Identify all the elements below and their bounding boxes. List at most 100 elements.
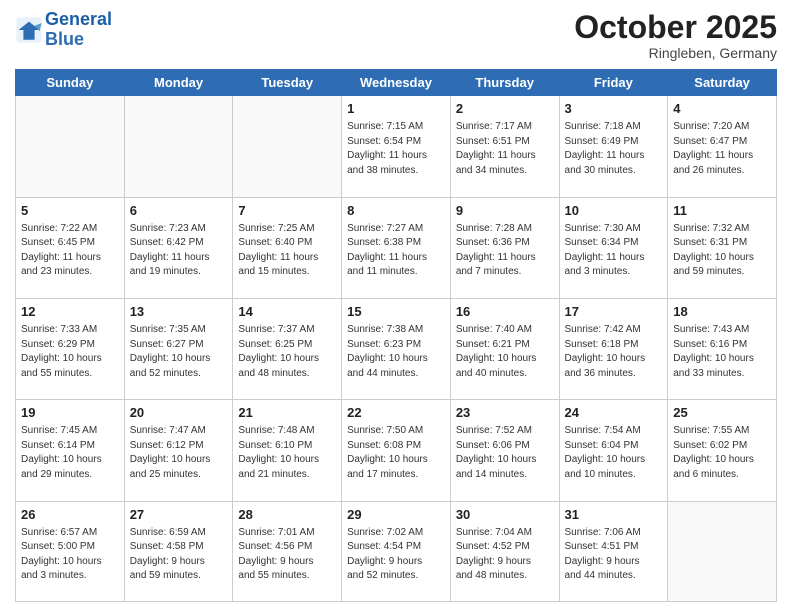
col-monday: Monday: [124, 70, 233, 96]
cell-w4-d5: 23Sunrise: 7:52 AM Sunset: 6:06 PM Dayli…: [450, 400, 559, 501]
day-number: 12: [21, 303, 119, 321]
cell-w3-d2: 13 Sunrise: 7:35 AM Sunset: 6:27 PM Dayli…: [124, 298, 233, 399]
header: General Blue October 2025 Ringleben, Ger…: [15, 10, 777, 61]
day-info: Sunrise: 6:57 AM Sunset: 5:00 PM Dayligh…: [21, 526, 119, 584]
week-row-4: 19 Sunrise: 7:45 AM Sunset: 6:14 PM Dayli…: [16, 400, 777, 501]
week-row-3: 12 Sunrise: 7:33 AM Sunset: 6:29 PM Dayli…: [16, 298, 777, 399]
day-info: Sunrise: 7:38 AM Sunset: 6:23 PM Dayligh…: [347, 323, 445, 381]
cell-w5-d5: 30 Sunrise: 7:04 AM Sunset: 4:52 PM Dayli…: [450, 501, 559, 601]
day-number: 4: [673, 100, 771, 118]
page: General Blue October 2025 Ringleben, Ger…: [0, 0, 792, 612]
day-info: Sunrise: 7:50 AM Sunset: 6:08 PM Dayligh…: [347, 424, 445, 482]
day-info: Sunrise: 7:20 AM Sunset: 6:47 PM Dayligh…: [673, 120, 771, 178]
cell-w2-d1: 5 Sunrise: 7:22 AM Sunset: 6:45 PM Daylig…: [16, 197, 125, 298]
day-number: 16: [456, 303, 554, 321]
week-row-1: 1Sunrise: 7:15 AM Sunset: 6:54 PM Daylig…: [16, 96, 777, 197]
day-info: Sunrise: 7:42 AM Sunset: 6:18 PM Dayligh…: [565, 323, 663, 381]
day-number: 20: [130, 404, 228, 422]
day-info: Sunrise: 7:40 AM Sunset: 6:21 PM Dayligh…: [456, 323, 554, 381]
cell-w1-d1: [16, 96, 125, 197]
cell-w5-d4: 29 Sunrise: 7:02 AM Sunset: 4:54 PM Dayli…: [342, 501, 451, 601]
day-number: 18: [673, 303, 771, 321]
day-number: 8: [347, 202, 445, 220]
cell-w4-d6: 24 Sunrise: 7:54 AM Sunset: 6:04 PM Dayli…: [559, 400, 668, 501]
cell-w2-d4: 8 Sunrise: 7:27 AM Sunset: 6:38 PM Daylig…: [342, 197, 451, 298]
day-number: 5: [21, 202, 119, 220]
day-number: 26: [21, 506, 119, 524]
cell-w1-d7: 4 Sunrise: 7:20 AM Sunset: 6:47 PM Daylig…: [668, 96, 777, 197]
day-number: 21: [238, 404, 336, 422]
day-number: 7: [238, 202, 336, 220]
day-info: Sunrise: 7:54 AM Sunset: 6:04 PM Dayligh…: [565, 424, 663, 482]
col-saturday: Saturday: [668, 70, 777, 96]
day-info: Sunrise: 7:18 AM Sunset: 6:49 PM Dayligh…: [565, 120, 663, 178]
day-info: Sunrise: 7:35 AM Sunset: 6:27 PM Dayligh…: [130, 323, 228, 381]
location-subtitle: Ringleben, Germany: [574, 45, 777, 61]
cell-w4-d7: 25 Sunrise: 7:55 AM Sunset: 6:02 PM Dayli…: [668, 400, 777, 501]
cell-w1-d4: 1Sunrise: 7:15 AM Sunset: 6:54 PM Daylig…: [342, 96, 451, 197]
cell-w4-d1: 19 Sunrise: 7:45 AM Sunset: 6:14 PM Dayli…: [16, 400, 125, 501]
day-number: 24: [565, 404, 663, 422]
cell-w3-d6: 17 Sunrise: 7:42 AM Sunset: 6:18 PM Dayli…: [559, 298, 668, 399]
day-info: Sunrise: 7:33 AM Sunset: 6:29 PM Dayligh…: [21, 323, 119, 381]
col-tuesday: Tuesday: [233, 70, 342, 96]
day-info: Sunrise: 7:43 AM Sunset: 6:16 PM Dayligh…: [673, 323, 771, 381]
day-number: 19: [21, 404, 119, 422]
day-info: Sunrise: 7:45 AM Sunset: 6:14 PM Dayligh…: [21, 424, 119, 482]
day-info: Sunrise: 7:04 AM Sunset: 4:52 PM Dayligh…: [456, 526, 554, 584]
day-info: Sunrise: 7:32 AM Sunset: 6:31 PM Dayligh…: [673, 222, 771, 280]
day-number: 17: [565, 303, 663, 321]
day-number: 3: [565, 100, 663, 118]
cell-w5-d2: 27Sunrise: 6:59 AM Sunset: 4:58 PM Dayli…: [124, 501, 233, 601]
cell-w2-d2: 6Sunrise: 7:23 AM Sunset: 6:42 PM Daylig…: [124, 197, 233, 298]
day-number: 2: [456, 100, 554, 118]
day-number: 25: [673, 404, 771, 422]
logo-line1: General: [45, 9, 112, 29]
day-number: 28: [238, 506, 336, 524]
day-number: 30: [456, 506, 554, 524]
cell-w1-d6: 3 Sunrise: 7:18 AM Sunset: 6:49 PM Daylig…: [559, 96, 668, 197]
cell-w4-d3: 21 Sunrise: 7:48 AM Sunset: 6:10 PM Dayli…: [233, 400, 342, 501]
cell-w3-d3: 14Sunrise: 7:37 AM Sunset: 6:25 PM Dayli…: [233, 298, 342, 399]
day-info: Sunrise: 7:30 AM Sunset: 6:34 PM Dayligh…: [565, 222, 663, 280]
day-info: Sunrise: 7:55 AM Sunset: 6:02 PM Dayligh…: [673, 424, 771, 482]
cell-w2-d6: 10 Sunrise: 7:30 AM Sunset: 6:34 PM Dayli…: [559, 197, 668, 298]
day-info: Sunrise: 6:59 AM Sunset: 4:58 PM Dayligh…: [130, 526, 228, 584]
day-info: Sunrise: 7:47 AM Sunset: 6:12 PM Dayligh…: [130, 424, 228, 482]
day-info: Sunrise: 7:22 AM Sunset: 6:45 PM Dayligh…: [21, 222, 119, 280]
cell-w3-d7: 18 Sunrise: 7:43 AM Sunset: 6:16 PM Dayli…: [668, 298, 777, 399]
day-info: Sunrise: 7:02 AM Sunset: 4:54 PM Dayligh…: [347, 526, 445, 584]
day-number: 23: [456, 404, 554, 422]
day-info: Sunrise: 7:25 AM Sunset: 6:40 PM Dayligh…: [238, 222, 336, 280]
day-info: Sunrise: 7:06 AM Sunset: 4:51 PM Dayligh…: [565, 526, 663, 584]
day-info: Sunrise: 7:37 AM Sunset: 6:25 PM Dayligh…: [238, 323, 336, 381]
logo-text: General Blue: [45, 10, 112, 50]
day-number: 11: [673, 202, 771, 220]
cell-w2-d5: 9Sunrise: 7:28 AM Sunset: 6:36 PM Daylig…: [450, 197, 559, 298]
day-number: 13: [130, 303, 228, 321]
day-number: 15: [347, 303, 445, 321]
calendar: Sunday Monday Tuesday Wednesday Thursday…: [15, 69, 777, 602]
col-friday: Friday: [559, 70, 668, 96]
day-info: Sunrise: 7:15 AM Sunset: 6:54 PM Dayligh…: [347, 120, 445, 178]
day-info: Sunrise: 7:01 AM Sunset: 4:56 PM Dayligh…: [238, 526, 336, 584]
day-number: 6: [130, 202, 228, 220]
day-info: Sunrise: 7:48 AM Sunset: 6:10 PM Dayligh…: [238, 424, 336, 482]
day-info: Sunrise: 7:28 AM Sunset: 6:36 PM Dayligh…: [456, 222, 554, 280]
col-wednesday: Wednesday: [342, 70, 451, 96]
cell-w2-d7: 11 Sunrise: 7:32 AM Sunset: 6:31 PM Dayli…: [668, 197, 777, 298]
day-number: 22: [347, 404, 445, 422]
cell-w3-d4: 15 Sunrise: 7:38 AM Sunset: 6:23 PM Dayli…: [342, 298, 451, 399]
month-title: October 2025: [574, 10, 777, 45]
cell-w5-d1: 26 Sunrise: 6:57 AM Sunset: 5:00 PM Dayli…: [16, 501, 125, 601]
day-info: Sunrise: 7:27 AM Sunset: 6:38 PM Dayligh…: [347, 222, 445, 280]
cell-w5-d6: 31Sunrise: 7:06 AM Sunset: 4:51 PM Dayli…: [559, 501, 668, 601]
logo-line2: Blue: [45, 29, 84, 49]
day-number: 29: [347, 506, 445, 524]
cell-w1-d3: [233, 96, 342, 197]
cell-w3-d1: 12 Sunrise: 7:33 AM Sunset: 6:29 PM Dayli…: [16, 298, 125, 399]
title-section: October 2025 Ringleben, Germany: [574, 10, 777, 61]
cell-w4-d2: 20 Sunrise: 7:47 AM Sunset: 6:12 PM Dayli…: [124, 400, 233, 501]
cell-w5-d3: 28 Sunrise: 7:01 AM Sunset: 4:56 PM Dayli…: [233, 501, 342, 601]
day-number: 10: [565, 202, 663, 220]
